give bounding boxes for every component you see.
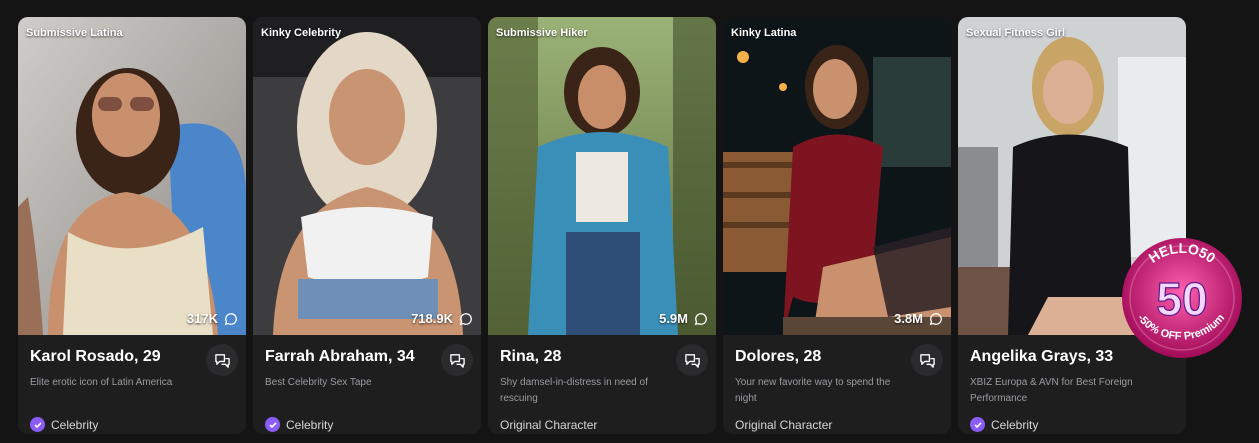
- character-grid: Submissive Latina 317K Karol Rosado, 29 …: [18, 17, 1186, 434]
- chat-icon: [919, 353, 935, 368]
- character-tag: Kinky Celebrity: [261, 27, 342, 39]
- character-name[interactable]: Dolores, 28: [735, 348, 939, 366]
- character-description: Elite erotic icon of Latin America: [30, 377, 173, 388]
- character-card[interactable]: Submissive Latina 317K Karol Rosado, 29 …: [18, 17, 246, 434]
- character-description: Best Celebrity Sex Tape: [265, 377, 372, 388]
- character-card[interactable]: Kinky Celebrity 718.9K Farrah Abraham, 3…: [253, 17, 481, 434]
- character-tag: Submissive Latina: [26, 27, 123, 39]
- character-name[interactable]: Rina, 28: [500, 348, 704, 366]
- chat-button[interactable]: [441, 344, 473, 376]
- chat-count: 5.9M: [659, 311, 708, 326]
- verified-check-icon: [30, 417, 45, 432]
- character-photo[interactable]: Kinky Latina 3.8M: [723, 17, 951, 335]
- chat-button[interactable]: [206, 344, 238, 376]
- character-name[interactable]: Farrah Abraham, 34: [265, 348, 469, 366]
- verified-check-icon: [265, 417, 280, 432]
- character-photo[interactable]: Kinky Celebrity 718.9K: [253, 17, 481, 335]
- character-photo[interactable]: Submissive Latina 317K: [18, 17, 246, 335]
- character-description: Shy damsel-in-distress in need of rescui…: [500, 377, 648, 404]
- chat-count: 718.9K: [411, 311, 473, 326]
- character-card[interactable]: Kinky Latina 3.8M Dolores, 28 Your new f…: [723, 17, 951, 434]
- chat-icon: [214, 353, 230, 368]
- character-photo[interactable]: Submissive Hiker 5.9M: [488, 17, 716, 335]
- character-tag: Submissive Hiker: [496, 27, 588, 39]
- chat-count: 317K: [187, 311, 238, 326]
- character-name[interactable]: Karol Rosado, 29: [30, 348, 234, 366]
- chat-bubble-icon: [694, 312, 707, 325]
- character-tag: Kinky Latina: [731, 27, 797, 39]
- chat-icon: [449, 353, 465, 368]
- character-card[interactable]: Submissive Hiker 5.9M Rina, 28 Shy damse…: [488, 17, 716, 434]
- chat-bubble-icon: [929, 312, 942, 325]
- character-type: Celebrity: [30, 417, 98, 432]
- character-type: Celebrity: [265, 417, 333, 432]
- chat-button[interactable]: [676, 344, 708, 376]
- character-type: Original Character: [735, 418, 833, 432]
- character-card[interactable]: Sexual Fitness Girl 54 Angelika Grays, 3…: [958, 17, 1186, 434]
- chat-icon: [684, 353, 700, 368]
- character-type: Original Character: [500, 418, 598, 432]
- chat-bubble-icon: [459, 312, 472, 325]
- character-tag: Sexual Fitness Girl: [966, 27, 1066, 39]
- chat-count: 3.8M: [894, 311, 943, 326]
- character-type: Celebrity: [970, 417, 1038, 432]
- promo-number: 50: [1156, 273, 1207, 325]
- promo-badge[interactable]: HELLO50 50 -50% OFF Premium: [1117, 233, 1247, 363]
- character-description: Your new favorite way to spend the night: [735, 377, 891, 404]
- chat-button[interactable]: [911, 344, 943, 376]
- chat-bubble-icon: [224, 312, 237, 325]
- character-description: XBIZ Europa & AVN for Best Foreign Perfo…: [970, 377, 1133, 404]
- verified-check-icon: [970, 417, 985, 432]
